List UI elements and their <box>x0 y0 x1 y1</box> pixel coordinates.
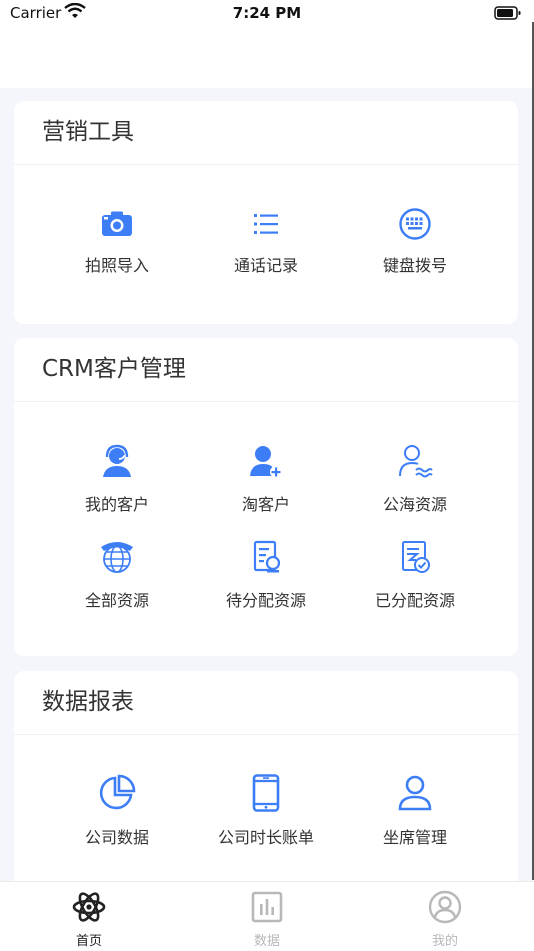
globe-phone-icon <box>42 539 192 579</box>
customer-service-icon <box>42 443 192 483</box>
grid-item-find-customers[interactable]: 淘客户 <box>191 443 341 515</box>
tab-label: 数据 <box>253 934 280 949</box>
grid-item-seat-management[interactable]: 坐席管理 <box>340 774 490 848</box>
status-bar: Carrier 7:24 PM <box>0 0 534 28</box>
grid-item-public-pool[interactable]: 公海资源 <box>340 443 490 515</box>
section-title: 营销工具 <box>14 101 518 165</box>
pie-chart-icon <box>42 774 192 816</box>
section-marketing-tools: 营销工具 拍照导入 通话记录 键盘拨号 <box>14 101 518 324</box>
grid-item-label: 待分配资源 <box>225 591 306 610</box>
section-title: 数据报表 <box>14 671 518 735</box>
grid-item-company-data[interactable]: 公司数据 <box>42 774 192 848</box>
grid-item-label: 通话记录 <box>233 256 298 275</box>
grid-item-label: 已分配资源 <box>374 591 455 610</box>
grid-item-label: 拍照导入 <box>84 256 149 275</box>
grid-item-pending-resources[interactable]: 待分配资源 <box>191 539 341 611</box>
tab-bar: 首页 数据 我的 <box>0 881 534 951</box>
grid-item-label: 公司数据 <box>84 828 149 847</box>
tab-home[interactable]: 首页 <box>0 882 178 951</box>
list-icon <box>191 208 341 244</box>
data-chart-icon <box>178 890 356 928</box>
grid-item-company-duration-bill[interactable]: 公司时长账单 <box>191 774 341 848</box>
grid-item-label: 键盘拨号 <box>382 256 447 275</box>
tablet-icon <box>191 774 341 816</box>
profile-icon <box>356 890 534 928</box>
keypad-icon <box>340 208 490 244</box>
section-crm-management: CRM客户管理 我的客户 淘客户 公海资源 全部资源 待分配资源 已分配资源 <box>14 338 518 656</box>
sea-user-icon <box>340 443 490 483</box>
battery-icon <box>494 6 522 24</box>
camera-icon <box>42 208 192 244</box>
tab-label: 我的 <box>431 934 458 949</box>
grid-item-keypad-dial[interactable]: 键盘拨号 <box>340 208 490 276</box>
tab-label: 首页 <box>75 934 102 949</box>
assigned-icon <box>340 539 490 579</box>
grid-item-label: 淘客户 <box>241 495 290 514</box>
atom-icon <box>0 890 178 928</box>
section-data-reports: 数据报表 公司数据 公司时长账单 坐席管理 <box>14 671 518 901</box>
section-title: CRM客户管理 <box>14 338 518 402</box>
grid-item-label: 坐席管理 <box>382 828 447 847</box>
grid-item-call-records[interactable]: 通话记录 <box>191 208 341 276</box>
grid-item-assigned-resources[interactable]: 已分配资源 <box>340 539 490 611</box>
grid-item-my-customers[interactable]: 我的客户 <box>42 443 192 515</box>
tab-data[interactable]: 数据 <box>178 882 356 951</box>
grid-item-label: 公海资源 <box>382 495 447 514</box>
grid-item-all-resources[interactable]: 全部资源 <box>42 539 192 611</box>
add-user-icon <box>191 443 341 483</box>
navigation-bar <box>0 28 534 88</box>
grid-item-label: 全部资源 <box>84 591 149 610</box>
pending-assign-icon <box>191 539 341 579</box>
status-time: 7:24 PM <box>232 4 302 22</box>
grid-item-label: 我的客户 <box>84 495 149 514</box>
tab-mine[interactable]: 我的 <box>356 882 534 951</box>
grid-item-label: 公司时长账单 <box>217 828 314 847</box>
grid-item-photo-import[interactable]: 拍照导入 <box>42 208 192 276</box>
user-icon <box>340 774 490 816</box>
